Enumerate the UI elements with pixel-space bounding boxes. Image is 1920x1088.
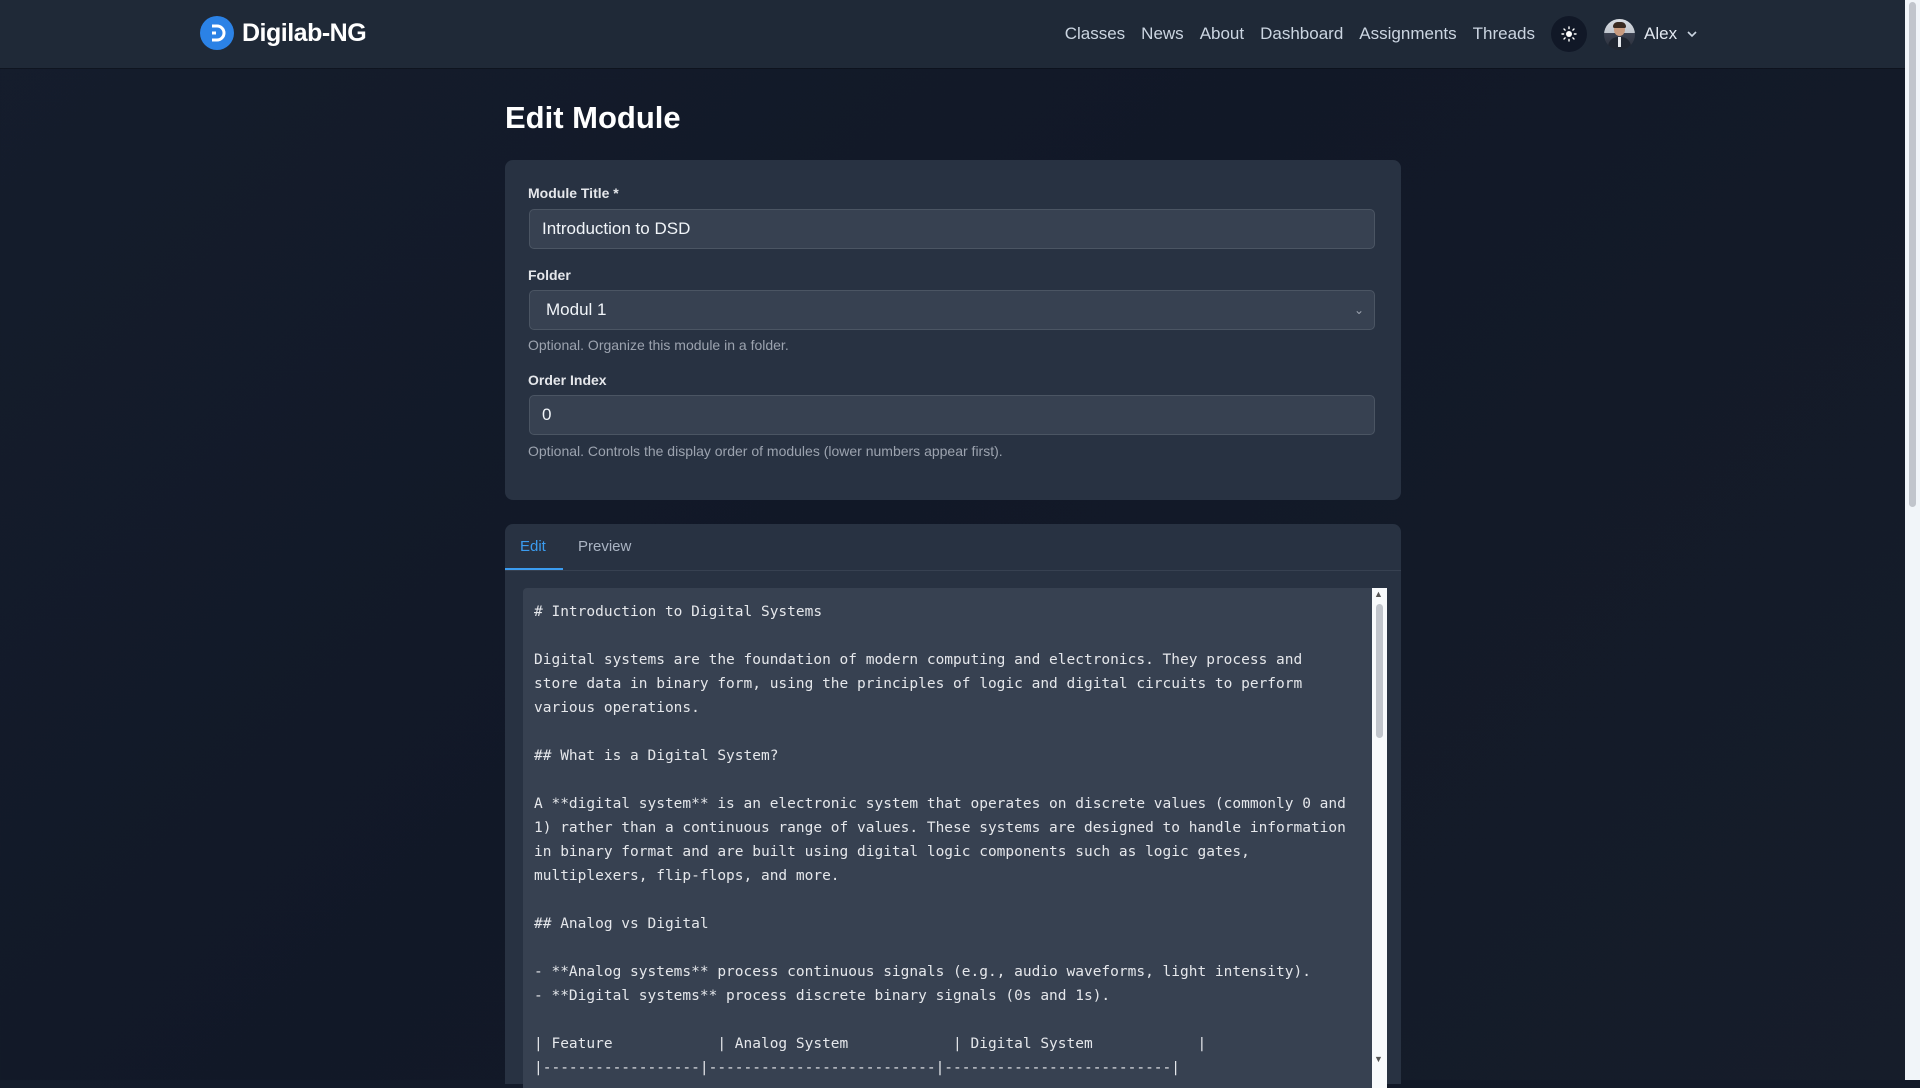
chevron-down-icon <box>1687 31 1697 38</box>
nav-link-classes[interactable]: Classes <box>1065 24 1125 44</box>
nav-link-assignments[interactable]: Assignments <box>1359 24 1456 44</box>
theme-toggle-button[interactable] <box>1551 16 1587 52</box>
nav-links: Classes News About Dashboard Assignments… <box>1065 0 1535 68</box>
order-index-label: Order Index <box>528 372 607 388</box>
scroll-down-icon[interactable]: ▼ <box>1374 1054 1383 1064</box>
markdown-content: # Introduction to Digital Systems Digita… <box>534 604 1346 1076</box>
brand-name: Digilab-NG <box>242 18 367 47</box>
folder-hint: Optional. Organize this module in a fold… <box>528 337 789 353</box>
folder-select[interactable]: Modul 1 ⌄ <box>529 290 1375 330</box>
nav-link-about[interactable]: About <box>1200 24 1244 44</box>
order-index-input[interactable]: 0 <box>529 395 1375 435</box>
module-settings-card: Module Title * Introduction to DSD Folde… <box>505 160 1401 500</box>
user-name: Alex <box>1644 24 1678 43</box>
order-index-hint: Optional. Controls the display order of … <box>528 443 1003 459</box>
nav-link-dashboard[interactable]: Dashboard <box>1260 24 1343 44</box>
folder-label: Folder <box>528 267 571 283</box>
brand[interactable]: Digilab-NG <box>200 16 367 50</box>
tab-preview[interactable]: Preview <box>578 538 631 555</box>
editor-scroll-thumb[interactable] <box>1376 604 1383 738</box>
tab-edit[interactable]: Edit <box>520 538 546 555</box>
page-scroll-thumb[interactable] <box>1909 2 1916 507</box>
markdown-editor-card: Edit Preview # Introduction to Digital S… <box>505 524 1401 1088</box>
nav-link-threads[interactable]: Threads <box>1473 24 1535 44</box>
scroll-up-icon[interactable]: ▲ <box>1374 589 1383 599</box>
active-tab-indicator <box>505 568 563 570</box>
page-title: Edit Module <box>505 100 681 135</box>
digilab-logo-icon <box>200 16 234 50</box>
top-navbar: Digilab-NG Classes News About Dashboard … <box>0 0 1905 68</box>
module-title-input[interactable]: Introduction to DSD <box>529 209 1375 249</box>
markdown-textarea[interactable]: # Introduction to Digital Systems Digita… <box>523 588 1387 1088</box>
folder-select-value: Modul 1 <box>546 300 607 319</box>
user-menu[interactable]: Alex <box>1604 16 1698 52</box>
sun-icon <box>1561 26 1577 42</box>
page-scrollbar[interactable] <box>1905 0 1920 1080</box>
editor-tabs: Edit Preview <box>505 524 1401 571</box>
editor-scrollbar[interactable]: ▲ ▼ <box>1372 588 1387 1088</box>
module-title-label: Module Title * <box>528 185 619 201</box>
nav-link-news[interactable]: News <box>1141 24 1184 44</box>
chevron-down-icon: ⌄ <box>1353 303 1364 317</box>
avatar <box>1604 18 1635 50</box>
